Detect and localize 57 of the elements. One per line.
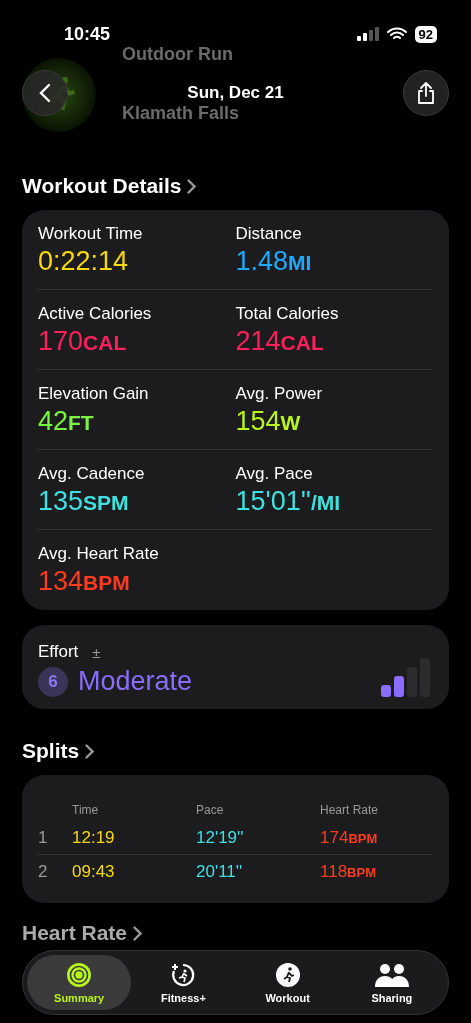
- signal-icon: [356, 27, 379, 41]
- runner-timer-icon: [170, 961, 197, 988]
- rings-icon: [66, 961, 93, 988]
- metric-value: 170CAL: [38, 326, 128, 357]
- effort-score: 6: [38, 666, 68, 697]
- metric-value: 135SPM: [38, 486, 130, 517]
- metric-label: Avg. Power: [235, 384, 324, 404]
- metric-label: Total Calories: [235, 304, 340, 324]
- metric-label: Workout Time: [38, 224, 144, 244]
- back-icon: [39, 83, 51, 103]
- metric-value: 0:22:14: [38, 246, 130, 277]
- heart-rate-heading[interactable]: Heart Rate: [22, 921, 143, 945]
- date-title: Sun, Dec 21: [187, 83, 284, 103]
- split-number: 2: [38, 862, 48, 882]
- metric-label: Active Calories: [38, 304, 153, 324]
- runner-icon: [274, 961, 301, 988]
- split-pace: 12'19'': [196, 827, 244, 848]
- share-icon: [416, 81, 436, 105]
- chevron-icon: [133, 925, 143, 941]
- metric-label: Elevation Gain: [38, 384, 150, 404]
- metric-value: 1.48MI: [235, 246, 313, 277]
- split-number: 1: [38, 827, 48, 848]
- workout-location: Klamath Falls: [122, 103, 240, 124]
- column-header: Time: [72, 803, 100, 819]
- metric-value: 134BPM: [38, 566, 131, 597]
- metric-label: Avg. Heart Rate: [38, 544, 160, 564]
- tab[interactable]: Summary: [27, 955, 132, 1010]
- split-time: 09:43: [72, 862, 115, 882]
- split-heart-rate: 118BPM: [320, 862, 376, 882]
- metric-value: 214CAL: [235, 326, 325, 357]
- wifi-icon: [386, 27, 407, 41]
- people-icon: [373, 961, 410, 988]
- column-header: Heart Rate: [320, 803, 380, 819]
- metric-value: 15'01''/MI: [235, 486, 342, 517]
- share-button[interactable]: [403, 70, 449, 116]
- split-time: 12:19: [72, 827, 115, 848]
- workout-type: Outdoor Run: [122, 44, 234, 65]
- chevron-icon: [85, 743, 95, 759]
- splits-heading[interactable]: Splits: [22, 739, 95, 763]
- adjust-icon[interactable]: ±: [92, 643, 101, 661]
- effort-rating: Moderate: [78, 666, 193, 697]
- effort-label: Effort: [38, 642, 79, 662]
- tab[interactable]: Sharing: [339, 955, 444, 1010]
- metric-label: Avg. Cadence: [38, 464, 146, 484]
- metric-label: Distance: [235, 224, 303, 244]
- split-pace: 20'11'': [196, 862, 243, 882]
- metric-value: 154W: [235, 406, 302, 437]
- split-heart-rate: 174BPM: [320, 827, 378, 848]
- battery-level: 92: [414, 25, 437, 43]
- column-header: Pace: [196, 803, 225, 819]
- chevron-icon: [187, 178, 197, 194]
- metric-label: Avg. Pace: [235, 464, 314, 484]
- tab[interactable]: Fitness+: [131, 955, 236, 1010]
- tab[interactable]: Workout: [235, 955, 340, 1010]
- metric-value: 42FT: [38, 406, 95, 437]
- workout-details-heading[interactable]: Workout Details: [22, 174, 197, 198]
- status-time: 10:45: [64, 23, 111, 45]
